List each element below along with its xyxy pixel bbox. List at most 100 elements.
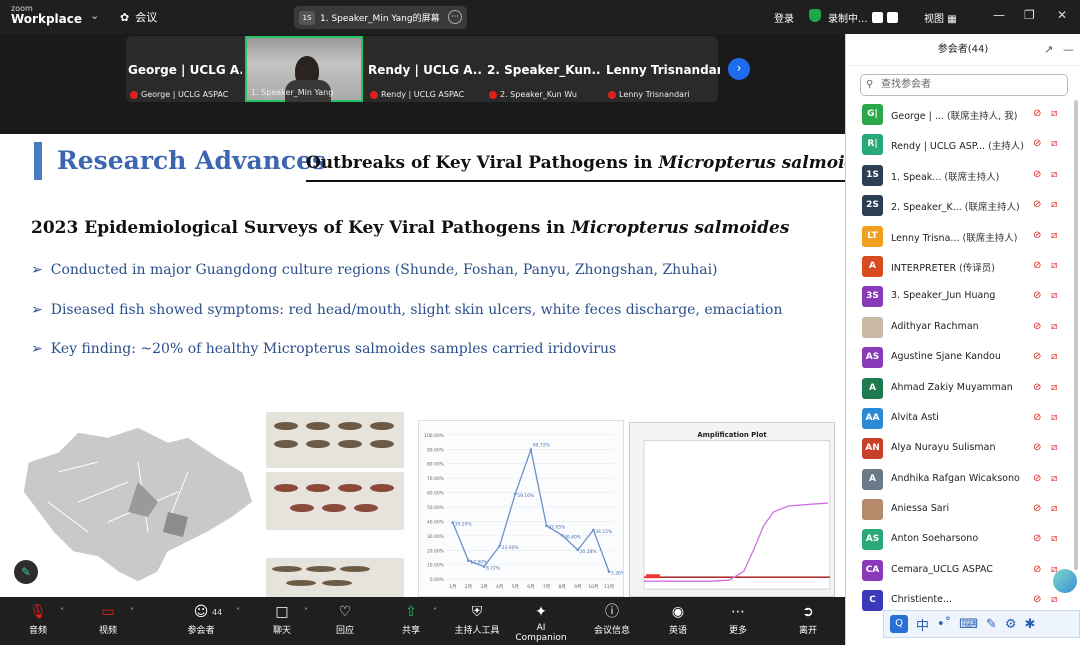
ai-companion-button[interactable]: ✦ AI Companion [512,601,570,643]
speaker-tile-rendy[interactable]: Rendy | UCLG A... Rendy | UCLG ASPAC [366,36,484,102]
mic-muted-icon[interactable]: ⊘ [1033,382,1041,393]
meeting-info-button[interactable]: ⓘ 会议信息 [592,601,632,636]
mic-muted-icon[interactable]: ⊘ [1033,290,1041,301]
participant-row[interactable]: Adithyar Rachman ⊘ ⧄ [846,313,1072,343]
video-off-icon[interactable]: ⧄ [1051,230,1057,241]
participant-row[interactable]: CA Cemara_UCLG ASPAC ⊘ ⧄ [846,556,1072,586]
annotate-pen-icon[interactable]: ✎ [14,560,38,584]
more-button[interactable]: ⋯ 更多 [726,601,750,636]
participant-row[interactable]: G| George | ... (联席主持人, 我) ⊘ ⧄ [846,100,1072,130]
participant-row[interactable]: AS Anton Soeharsono ⊘ ⧄ [846,525,1072,555]
mic-muted-icon[interactable]: ⊘ [1033,533,1041,544]
mic-muted-icon[interactable]: ⊘ [1033,442,1041,453]
participant-row[interactable]: 1S 1. Speak... (联席主持人) ⊘ ⧄ [846,161,1072,191]
video-off-icon[interactable]: ⧄ [1051,473,1057,484]
ime-settings-icon[interactable]: ✱ [1025,617,1036,632]
mic-muted-icon[interactable]: ⊘ [1033,230,1041,241]
chevron-down-icon[interactable]: ⌄ [90,9,99,22]
participant-row[interactable]: R| Rendy | UCLG ASP... (主持人) ⊘ ⧄ [846,130,1072,160]
mic-muted-icon[interactable]: ⊘ [1033,564,1041,575]
minus-icon[interactable]: — [1063,34,1074,66]
participant-row[interactable]: AS Agustine Sjane Kandou ⊘ ⧄ [846,343,1072,373]
chevron-up-icon[interactable]: ˄ [130,607,134,616]
participant-row[interactable]: A INTERPRETER (传译员) ⊘ ⧄ [846,252,1072,282]
mic-muted-icon[interactable]: ⊘ [1033,503,1041,514]
meeting-menu[interactable]: ✿ 会议 [120,9,157,25]
speaker-tile-george[interactable]: George | UCLG A... George | UCLG ASPAC [126,36,244,102]
video-off-icon[interactable]: ⧄ [1051,351,1057,362]
stop-record-icon[interactable] [886,12,898,23]
participant-row[interactable]: AN Alya Nurayu Sulisman ⊘ ⧄ [846,434,1072,464]
share-button[interactable]: ⇧ 共享 ˄ [399,601,437,636]
login-button[interactable]: 登录 [774,10,794,25]
search-input[interactable]: ⚲ 查找参会者 [860,74,1068,96]
video-off-icon[interactable]: ⧄ [1051,199,1057,210]
next-page-icon[interactable]: › [728,58,750,80]
mic-muted-icon[interactable]: ⊘ [1033,594,1041,605]
speaker-tile-kun-wu[interactable]: 2. Speaker_Kun... 2. Speaker_Kun Wu [485,36,603,102]
ime-edit-icon[interactable]: ✎ [986,617,997,632]
video-off-icon[interactable]: ⧄ [1051,169,1057,180]
chevron-up-icon[interactable]: ˄ [60,607,64,616]
speaker-tile-min-yang[interactable]: 1. Speaker_Min Yang [245,36,363,102]
participant-row[interactable]: A Ahmad Zakiy Muyamman ⊘ ⧄ [846,374,1072,404]
ime-keyboard-icon[interactable]: ⌨ [959,617,978,632]
video-off-icon[interactable]: ⧄ [1051,382,1057,393]
video-off-icon[interactable]: ⧄ [1051,290,1057,301]
video-button[interactable]: ▭ 视频 ˄ [96,601,134,636]
video-off-icon[interactable]: ⧄ [1051,260,1057,271]
floating-app-icon[interactable] [1053,569,1077,593]
video-off-icon[interactable]: ⧄ [1051,108,1057,119]
restore-icon[interactable]: ❐ [1024,8,1035,22]
participants-button[interactable]: ☺ 参会者 44 ˄ [186,601,240,636]
arrow-bullet-icon: ➢ [31,341,43,357]
mic-muted-icon[interactable]: ⊘ [1033,108,1041,119]
language-button[interactable]: ◉ 英语 [666,601,690,636]
audio-button[interactable]: 🎙 音频 ˄ [26,601,64,636]
video-off-icon[interactable]: ⧄ [1051,533,1057,544]
fish-shape [370,484,394,492]
video-off-icon[interactable]: ⧄ [1051,321,1057,332]
participant-row[interactable]: 3S 3. Speaker_Jun Huang ⊘ ⧄ [846,282,1072,312]
video-off-icon[interactable]: ⧄ [1051,442,1057,453]
scrollbar[interactable] [1074,100,1078,570]
ime-language[interactable]: 中 [916,615,929,634]
mic-muted-icon[interactable]: ⊘ [1033,473,1041,484]
participant-row[interactable]: LT Lenny Trisna... (联席主持人) ⊘ ⧄ [846,222,1072,252]
participant-name-text: 3. Speaker_Jun Huang [891,290,996,302]
chevron-up-icon[interactable]: ˄ [433,607,437,616]
ime-tools-icon[interactable]: ⚙ [1005,617,1017,632]
view-menu[interactable]: 视图 ▦ [924,10,957,25]
participant-row[interactable]: AA Alvita Asti ⊘ ⧄ [846,404,1072,434]
minimize-icon[interactable]: — [993,8,1005,22]
chat-button[interactable]: □ 聊天 ˄ [270,601,308,636]
popout-icon[interactable]: ↗ [1044,34,1053,66]
participant-row[interactable]: Aniessa Sari ⊘ ⧄ [846,495,1072,525]
video-off-icon[interactable]: ⧄ [1051,412,1057,423]
mic-muted-icon[interactable]: ⊘ [1033,169,1041,180]
mic-muted-icon[interactable]: ⊘ [1033,321,1041,332]
mic-muted-icon[interactable]: ⊘ [1033,412,1041,423]
speaker-tile-lenny[interactable]: Lenny Trisnandari Lenny Trisnandari [604,36,722,102]
mic-muted-icon[interactable]: ⊘ [1033,138,1041,149]
reactions-button[interactable]: ♡ 回应 [333,601,357,636]
chevron-up-icon[interactable]: ˄ [304,607,308,616]
more-options-icon[interactable]: ··· [448,10,462,24]
leave-button[interactable]: ➲ 离开 [796,601,820,636]
mic-muted-icon[interactable]: ⊘ [1033,351,1041,362]
pause-record-icon[interactable] [871,12,883,23]
video-off-icon[interactable]: ⧄ [1051,594,1057,605]
share-indicator[interactable]: 1S 1. Speaker_Min Yang的屏幕 ··· [294,6,467,29]
recording-status[interactable]: 录制中... [828,10,898,25]
host-tools-button[interactable]: ⛨ 主持人工具 [452,601,502,636]
chevron-up-icon[interactable]: ˄ [236,607,240,616]
mic-muted-icon[interactable]: ⊘ [1033,199,1041,210]
video-off-icon[interactable]: ⧄ [1051,503,1057,514]
video-off-icon[interactable]: ⧄ [1051,138,1057,149]
mic-muted-icon[interactable]: ⊘ [1033,260,1041,271]
participant-row[interactable]: 2S 2. Speaker_K... (联席主持人) ⊘ ⧄ [846,191,1072,221]
close-icon[interactable]: ✕ [1057,8,1067,22]
ime-toolbar[interactable]: Q 中 •˚ ⌨ ✎ ⚙ ✱ [883,610,1080,638]
ime-punct-icon[interactable]: •˚ [937,617,951,632]
participant-row[interactable]: A Andhika Rafgan Wicaksono ⊘ ⧄ [846,465,1072,495]
